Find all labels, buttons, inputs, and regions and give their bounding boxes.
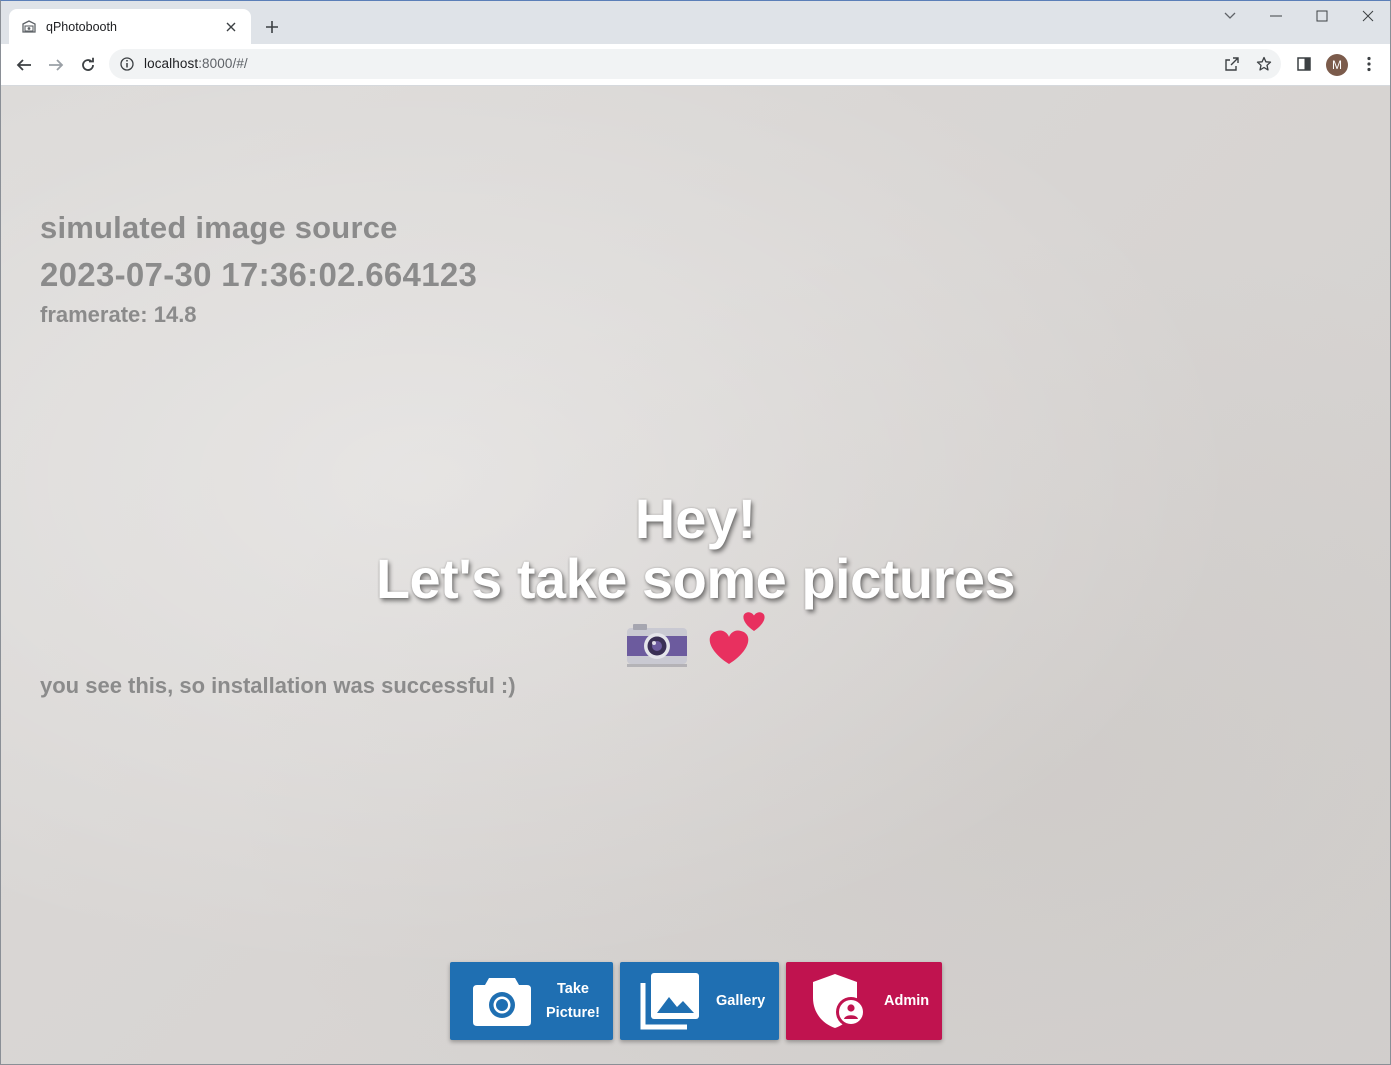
browser-toolbar: localhost:8000/#/ M <box>1 44 1390 86</box>
browser-tab[interactable]: qPhotobooth <box>9 9 251 45</box>
profile-avatar[interactable]: M <box>1326 54 1348 76</box>
close-window-icon[interactable] <box>1345 1 1390 31</box>
take-picture-button[interactable]: Take Picture! <box>450 962 613 1040</box>
take-picture-label-line1: Take <box>557 981 589 997</box>
camera-icon <box>627 624 687 667</box>
take-picture-label-line2: Picture! <box>546 1005 600 1021</box>
admin-shield-icon <box>808 971 870 1031</box>
admin-button[interactable]: Admin <box>786 962 942 1040</box>
back-arrow-icon[interactable] <box>11 52 37 78</box>
photobooth-preview: simulated image source 2023-07-30 17:36:… <box>1 86 1390 1064</box>
share-icon[interactable] <box>1223 55 1241 73</box>
browser-window: qPhotobooth localhost:8000/#/ M simulate… <box>0 0 1391 1065</box>
source-label: simulated image source <box>40 210 398 245</box>
headline-greeting: Hey! <box>634 487 757 550</box>
gallery-button[interactable]: Gallery <box>620 962 779 1040</box>
two-hearts-icon <box>709 612 765 664</box>
url-text: localhost:8000/#/ <box>144 56 248 71</box>
bookmark-star-icon[interactable] <box>1255 55 1273 73</box>
headline-invite: Let's take some pictures <box>375 547 1016 610</box>
side-panel-icon[interactable] <box>1293 53 1315 75</box>
camera-icon <box>466 974 538 1028</box>
address-bar[interactable]: localhost:8000/#/ <box>109 49 1281 79</box>
tab-strip: qPhotobooth <box>1 1 1390 45</box>
admin-label: Admin <box>884 993 930 1009</box>
success-message: you see this, so installation was succes… <box>40 673 516 698</box>
close-tab-icon[interactable] <box>223 19 239 35</box>
url-host: localhost <box>144 56 199 71</box>
gallery-label: Gallery <box>716 993 766 1009</box>
site-info-icon[interactable] <box>119 56 135 72</box>
tab-title: qPhotobooth <box>46 20 117 34</box>
reload-icon[interactable] <box>75 52 101 78</box>
photo-library-icon <box>638 971 702 1031</box>
url-path: :8000/#/ <box>198 56 248 71</box>
forward-arrow-icon[interactable] <box>43 52 69 78</box>
tab-search-chevron-down-icon[interactable] <box>1207 1 1253 31</box>
emoji-row <box>621 606 781 676</box>
minimize-icon[interactable] <box>1253 1 1299 31</box>
maximize-icon[interactable] <box>1299 1 1345 31</box>
new-tab-icon[interactable] <box>260 15 284 39</box>
timestamp-text: 2023-07-30 17:36:02.664123 <box>40 256 478 293</box>
more-options-icon[interactable] <box>1358 53 1380 75</box>
photobooth-favicon-icon <box>21 19 37 35</box>
framerate-text: framerate: 14.8 <box>40 302 197 327</box>
